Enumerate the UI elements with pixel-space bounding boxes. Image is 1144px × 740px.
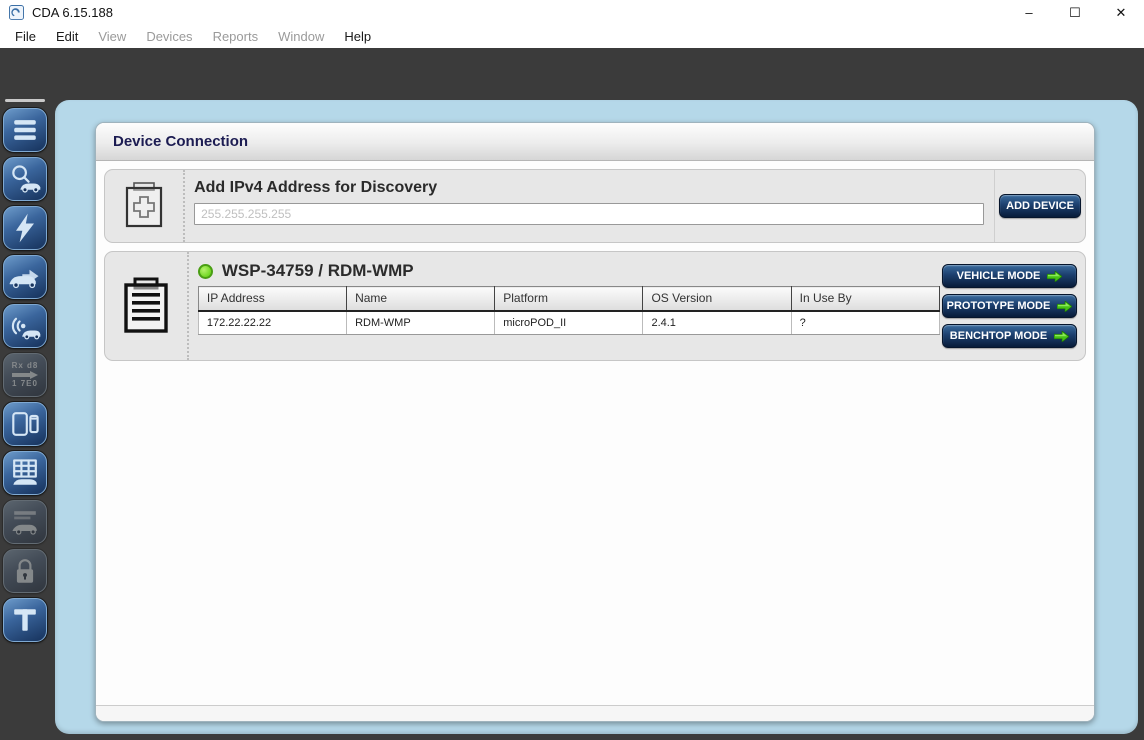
col-platform: Platform — [495, 287, 643, 311]
col-ip-address: IP Address — [198, 287, 346, 311]
sidebar-item-panels[interactable] — [3, 402, 47, 446]
hamburger-menu-icon — [7, 112, 43, 148]
close-button[interactable]: ✕ — [1098, 0, 1144, 25]
vehicle-mode-button[interactable]: VEHICLE MODE — [942, 264, 1077, 288]
table-row[interactable]: 172.22.22.22 RDM-WMP microPOD_II 2.4.1 ? — [198, 311, 939, 335]
menu-window[interactable]: Window — [268, 27, 334, 46]
add-device-button-cell: ADD DEVICE — [994, 170, 1085, 242]
minimize-button[interactable]: – — [1006, 0, 1052, 25]
window-title: CDA 6.15.188 — [32, 5, 113, 20]
ipv4-address-input[interactable] — [194, 203, 984, 225]
vehicle-arrow-icon — [7, 259, 43, 295]
cell-os-version: 2.4.1 — [643, 311, 791, 335]
menu-file[interactable]: File — [5, 27, 46, 46]
col-os-version: OS Version — [643, 287, 791, 311]
sidebar-item-vehicle-grid[interactable] — [3, 451, 47, 495]
menu-help[interactable]: Help — [334, 27, 381, 46]
app-shell: Rx d8 1 7E0 — [0, 48, 1144, 740]
app-logo-icon — [9, 5, 24, 20]
add-device-content: Add IPv4 Address for Discovery — [185, 170, 994, 242]
vehicle-mode-label: VEHICLE MODE — [957, 270, 1041, 282]
panels-icon — [7, 406, 43, 442]
card-header: Device Connection — [96, 123, 1094, 161]
sidebar-item-menu[interactable] — [3, 108, 47, 152]
sidebar-item-vehicle-arrow[interactable] — [3, 255, 47, 299]
prototype-mode-label: PROTOTYPE MODE — [947, 300, 1051, 312]
menu-view[interactable]: View — [88, 27, 136, 46]
menu-devices[interactable]: Devices — [136, 27, 202, 46]
col-in-use-by: In Use By — [791, 287, 939, 311]
menu-bar: File Edit View Devices Reports Window He… — [0, 25, 1144, 48]
green-arrow-icon — [1054, 331, 1069, 342]
device-module-icon — [119, 275, 173, 337]
add-device-button[interactable]: ADD DEVICE — [999, 194, 1081, 218]
sidebar-collapse-handle[interactable] — [5, 99, 45, 102]
cell-in-use-by: ? — [791, 311, 939, 335]
vehicle-report-icon — [7, 504, 43, 540]
prototype-mode-button[interactable]: PROTOTYPE MODE — [942, 294, 1077, 318]
sidebar-item-text-tool[interactable] — [3, 598, 47, 642]
add-device-icon — [119, 179, 169, 233]
page-title: Device Connection — [113, 133, 248, 150]
workspace: Device Connection Add IPv4 Address for D… — [55, 100, 1138, 734]
vehicle-search-icon — [7, 161, 43, 197]
lock-icon — [7, 553, 43, 589]
sidebar-item-wireless-vehicle[interactable] — [3, 304, 47, 348]
device-section: WSP-34759 / RDM-WMP IP Address Name Plat… — [104, 251, 1086, 361]
green-arrow-icon — [1047, 271, 1062, 282]
sidebar-item-flash[interactable] — [3, 206, 47, 250]
sidebar-item-vehicle-search[interactable] — [3, 157, 47, 201]
device-status-dot — [198, 264, 213, 279]
maximize-button[interactable]: ☐ — [1052, 0, 1098, 25]
menu-edit[interactable]: Edit — [46, 27, 88, 46]
sidebar-item-vehicle-report[interactable] — [3, 500, 47, 544]
mode-buttons-column: VEHICLE MODE PROTOTYPE MODE — [940, 252, 1085, 360]
sidebar-item-rx-message[interactable]: Rx d8 1 7E0 — [3, 353, 47, 397]
device-title: WSP-34759 / RDM-WMP — [222, 261, 414, 281]
menu-reports[interactable]: Reports — [203, 27, 269, 46]
vehicle-grid-icon — [7, 455, 43, 491]
wireless-vehicle-icon — [7, 308, 43, 344]
lightning-icon — [7, 210, 43, 246]
green-arrow-icon — [1057, 301, 1072, 312]
title-bar: CDA 6.15.188 – ☐ ✕ — [0, 0, 1144, 25]
card-footer — [96, 705, 1094, 721]
cell-name: RDM-WMP — [347, 311, 495, 335]
cell-ip-address: 172.22.22.22 — [198, 311, 346, 335]
rx-message-icon: Rx d8 1 7E0 — [12, 362, 39, 388]
col-name: Name — [347, 287, 495, 311]
add-device-section: Add IPv4 Address for Discovery ADD DEVIC… — [104, 169, 1086, 243]
add-device-icon-cell — [105, 170, 185, 242]
benchtop-mode-label: BENCHTOP MODE — [950, 330, 1047, 342]
cell-platform: microPOD_II — [495, 311, 643, 335]
benchtop-mode-button[interactable]: BENCHTOP MODE — [942, 324, 1077, 348]
device-icon-cell — [105, 252, 189, 360]
tool-sidebar: Rx d8 1 7E0 — [3, 108, 51, 642]
sidebar-item-lock[interactable] — [3, 549, 47, 593]
device-connection-card: Device Connection Add IPv4 Address for D… — [95, 122, 1095, 722]
card-body: Add IPv4 Address for Discovery ADD DEVIC… — [96, 161, 1094, 705]
text-tool-icon — [7, 602, 43, 638]
device-content: WSP-34759 / RDM-WMP IP Address Name Plat… — [189, 252, 940, 360]
add-device-title: Add IPv4 Address for Discovery — [194, 179, 984, 197]
table-header-row: IP Address Name Platform OS Version In U… — [198, 287, 939, 311]
device-table: IP Address Name Platform OS Version In U… — [198, 286, 940, 335]
